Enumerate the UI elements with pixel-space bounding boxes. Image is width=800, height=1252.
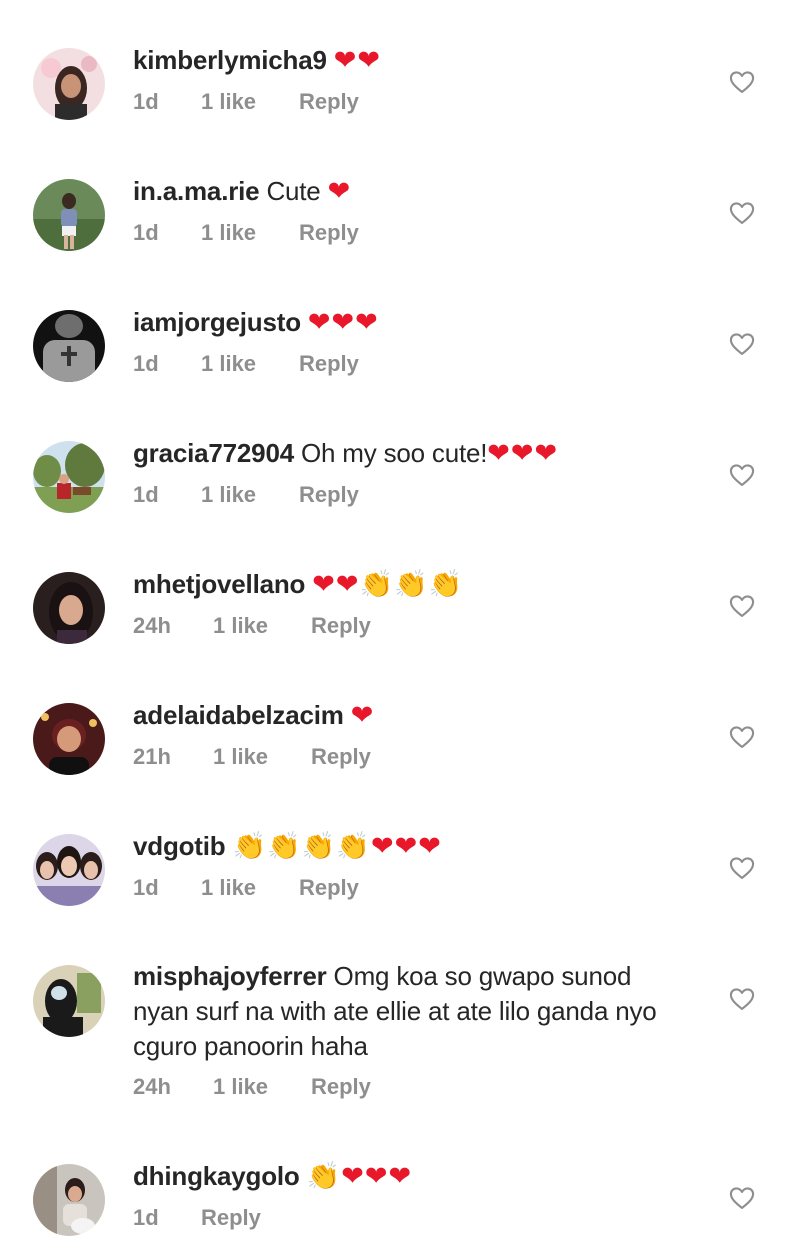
comment-text <box>300 1161 307 1191</box>
comment-username[interactable]: misphajoyferrer <box>133 961 327 991</box>
comment-username[interactable]: mhetjovellano <box>133 569 305 599</box>
comment-time: 1d <box>133 220 159 245</box>
comment-username[interactable]: kimberlymicha9 <box>133 45 327 75</box>
avatar[interactable] <box>33 1164 105 1236</box>
comment-text: Oh my soo cute! <box>293 438 488 468</box>
heart-emoji: ❤❤❤ <box>371 831 442 862</box>
clap-emoji: 👏👏👏👏 <box>232 831 371 862</box>
reply-button[interactable]: Reply <box>299 220 359 246</box>
like-heart-icon[interactable] <box>728 461 756 489</box>
avatar[interactable] <box>33 310 105 382</box>
reply-button[interactable]: Reply <box>201 1205 261 1231</box>
reply-button[interactable]: Reply <box>311 613 371 639</box>
like-heart-icon[interactable] <box>728 592 756 620</box>
avatar[interactable] <box>33 834 105 906</box>
avatar[interactable] <box>33 965 105 1037</box>
comment-text <box>301 307 308 337</box>
clap-emoji: 👏 <box>306 1161 342 1192</box>
comment-likes[interactable]: 1 like <box>213 1074 311 1100</box>
heart-emoji: ❤❤ <box>333 45 382 76</box>
comment-likes[interactable]: 1 like <box>201 482 299 508</box>
avatar[interactable] <box>33 441 105 513</box>
reply-button[interactable]: Reply <box>311 1074 371 1100</box>
comment-likes[interactable]: 1 like <box>201 875 299 901</box>
comment-time: 1d <box>133 1205 159 1230</box>
comment-time: 1d <box>133 875 159 900</box>
reply-button[interactable]: Reply <box>299 875 359 901</box>
comment-likes[interactable]: 1 like <box>201 220 299 246</box>
comment-time: 1d <box>133 89 159 114</box>
comment-time: 24h <box>133 613 171 638</box>
comment-username[interactable]: in.a.ma.rie <box>133 176 260 206</box>
like-heart-icon[interactable] <box>728 985 756 1013</box>
like-heart-icon[interactable] <box>728 723 756 751</box>
clap-emoji: 👏👏👏 <box>359 569 464 600</box>
reply-button[interactable]: Reply <box>311 744 371 770</box>
reply-button[interactable]: Reply <box>299 482 359 508</box>
comment-time: 24h <box>133 1074 171 1099</box>
comment-time: 1d <box>133 482 159 507</box>
comment-likes[interactable]: 1 like <box>201 351 299 377</box>
comment-likes[interactable]: 1 like <box>213 744 311 770</box>
heart-emoji: ❤ <box>327 176 352 207</box>
comment-username[interactable]: iamjorgejusto <box>133 307 301 337</box>
comment-username[interactable]: gracia772904 <box>133 438 294 468</box>
avatar[interactable] <box>33 572 105 644</box>
like-heart-icon[interactable] <box>728 199 756 227</box>
heart-emoji: ❤❤❤ <box>307 307 379 338</box>
like-heart-icon[interactable] <box>728 1184 756 1212</box>
comment-time: 1d <box>133 351 159 376</box>
heart-emoji: ❤❤❤ <box>487 438 559 469</box>
avatar[interactable] <box>33 179 105 251</box>
like-heart-icon[interactable] <box>728 68 756 96</box>
like-heart-icon[interactable] <box>728 854 756 882</box>
comment-text <box>225 831 232 861</box>
comment-likes[interactable]: 1 like <box>201 89 299 115</box>
heart-emoji: ❤❤ <box>312 569 360 600</box>
avatar[interactable] <box>33 48 105 120</box>
comment-likes[interactable]: 1 like <box>213 613 311 639</box>
reply-button[interactable]: Reply <box>299 89 359 115</box>
avatar[interactable] <box>33 703 105 775</box>
comment-text <box>344 700 351 730</box>
reply-button[interactable]: Reply <box>299 351 359 377</box>
comment-username[interactable]: adelaidabelzacim <box>133 700 344 730</box>
heart-emoji: ❤❤❤ <box>341 1161 413 1192</box>
comment-username[interactable]: dhingkaygolo <box>133 1161 300 1191</box>
comment-text: Cute <box>259 176 328 206</box>
like-heart-icon[interactable] <box>728 330 756 358</box>
heart-emoji: ❤ <box>350 700 375 731</box>
comment-username[interactable]: vdgotib <box>133 831 226 861</box>
comment-time: 21h <box>133 744 171 769</box>
